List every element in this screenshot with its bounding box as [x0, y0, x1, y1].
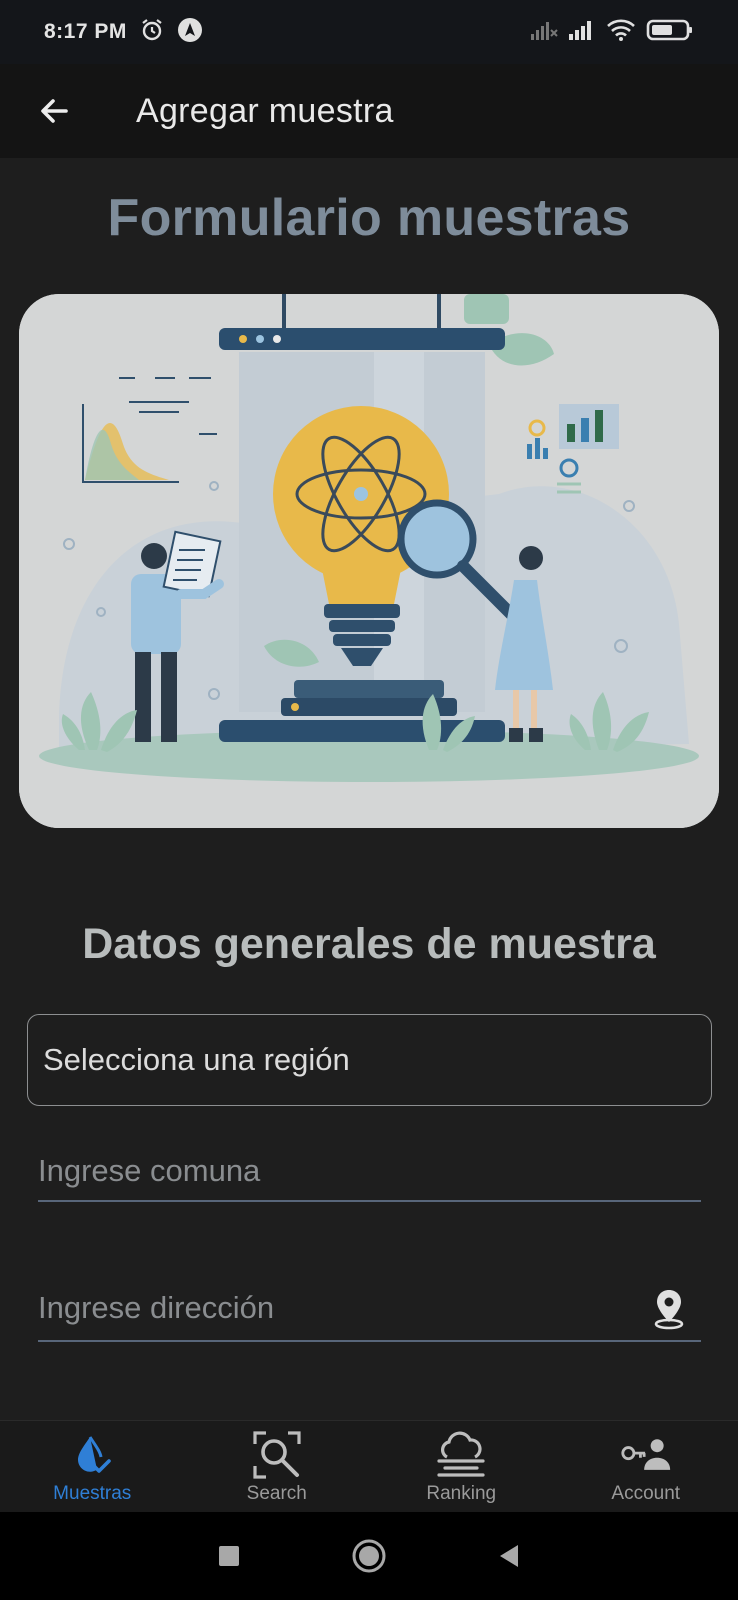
- triangle-back-icon: [500, 1545, 518, 1567]
- nav-label-muestras: Muestras: [53, 1483, 132, 1504]
- page-title: Formulario muestras: [107, 189, 631, 247]
- app-bar-title: Agregar muestra: [136, 91, 394, 130]
- account-key-icon: [620, 1429, 672, 1481]
- circle-home-icon: [352, 1539, 386, 1573]
- cloud-ranking-icon: [435, 1429, 487, 1481]
- bottom-navigation: Muestras Search Ranking Account: [0, 1420, 738, 1512]
- home-button[interactable]: [349, 1536, 389, 1576]
- alarm-icon: [139, 17, 165, 48]
- nav-label-ranking: Ranking: [426, 1483, 497, 1504]
- nav-label-search: Search: [246, 1483, 307, 1504]
- status-bar: 8:17 PM: [0, 0, 738, 64]
- signal-icon: [568, 19, 596, 46]
- battery-icon: [646, 18, 694, 47]
- water-drop-check-icon: [66, 1429, 118, 1481]
- status-time: 8:17 PM: [44, 20, 127, 43]
- region-select-value: Selecciona una región: [43, 1042, 350, 1077]
- nav-item-muestras[interactable]: Muestras: [0, 1421, 185, 1512]
- direccion-field: [38, 1278, 701, 1342]
- section-title: Datos generales de muestra: [82, 920, 656, 968]
- region-select[interactable]: Selecciona una región: [27, 1014, 712, 1106]
- main-content: Formulario muestras Datos generales de m…: [0, 158, 738, 1420]
- location-pin-icon[interactable]: [649, 1286, 689, 1330]
- nav-item-ranking[interactable]: Ranking: [369, 1421, 554, 1512]
- back-system-button[interactable]: [489, 1536, 529, 1576]
- signal-off-icon: [530, 19, 558, 46]
- search-icon: [251, 1429, 303, 1481]
- system-navigation-bar: [0, 1512, 738, 1600]
- nav-label-account: Account: [611, 1483, 681, 1504]
- wifi-icon: [606, 18, 636, 47]
- comuna-input[interactable]: [38, 1144, 701, 1198]
- hero-illustration: [19, 294, 719, 828]
- nav-item-account[interactable]: Account: [554, 1421, 738, 1512]
- back-button[interactable]: [24, 81, 84, 141]
- navigation-icon: [177, 17, 203, 48]
- comuna-field: [38, 1144, 701, 1202]
- nav-item-search[interactable]: Search: [185, 1421, 370, 1512]
- direccion-input[interactable]: [38, 1278, 618, 1338]
- app-bar: Agregar muestra: [0, 64, 738, 158]
- arrow-left-icon: [41, 99, 68, 123]
- square-icon: [219, 1546, 239, 1566]
- recents-button[interactable]: [209, 1536, 249, 1576]
